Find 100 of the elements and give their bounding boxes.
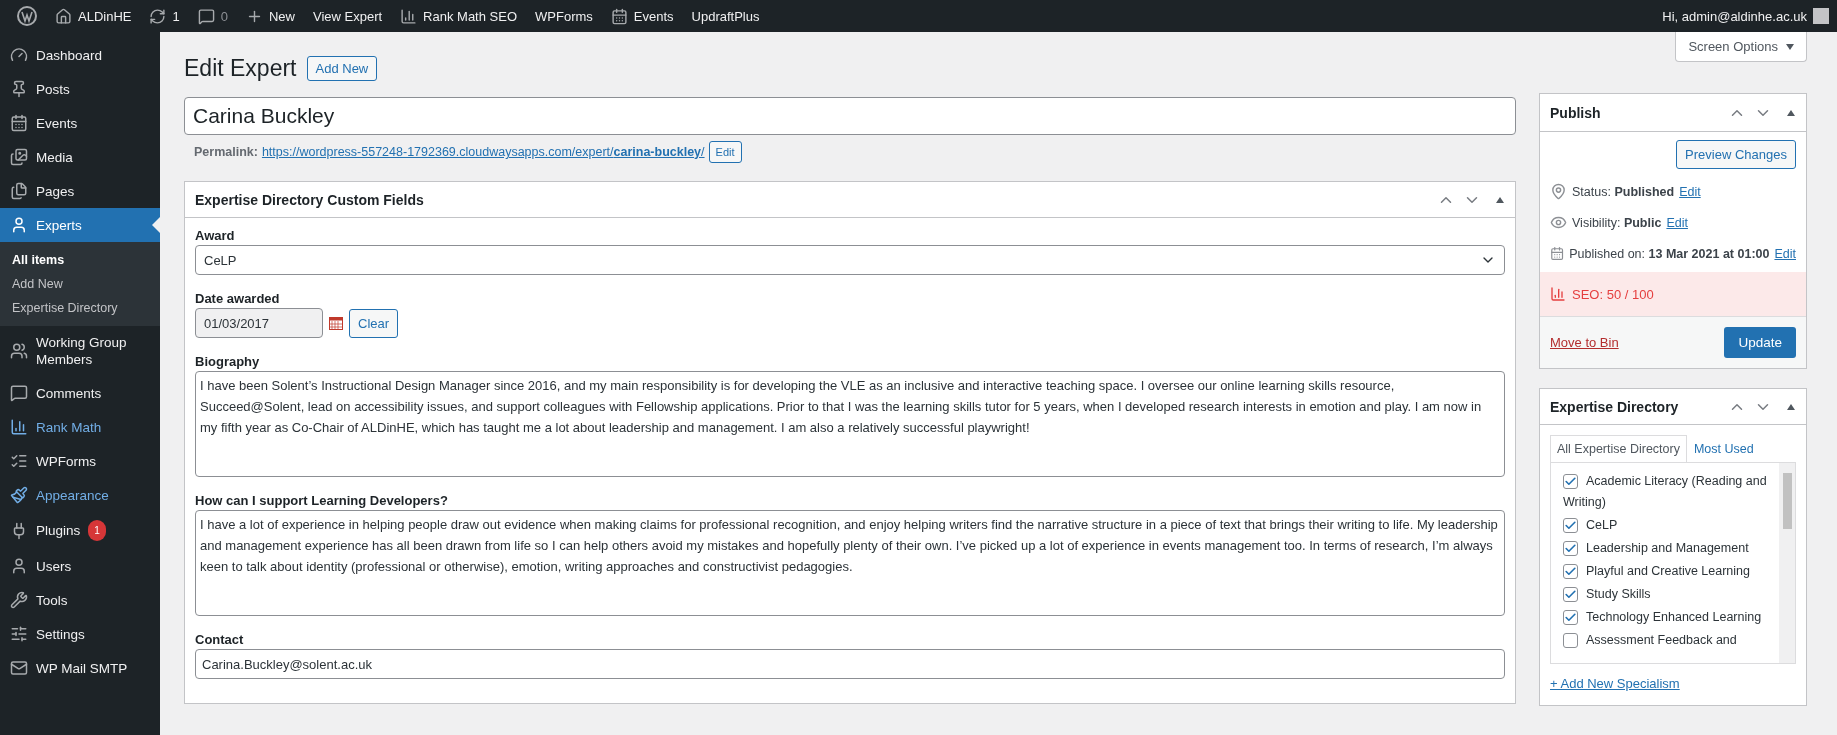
date-icon — [1550, 245, 1565, 262]
category-item[interactable]: Leadership and Management — [1563, 538, 1773, 559]
field-label: Award — [195, 228, 236, 243]
menu-icon — [10, 557, 28, 575]
count-badge: 1 — [88, 520, 106, 541]
field-label: Biography — [195, 354, 261, 369]
menu-item[interactable]: Appearance — [0, 478, 160, 512]
preview-changes-button[interactable]: Preview Changes — [1676, 140, 1796, 169]
menu-item[interactable]: Plugins 1 — [0, 512, 160, 549]
checkbox[interactable] — [1563, 610, 1578, 626]
checkbox[interactable] — [1563, 518, 1578, 534]
permalink-link[interactable]: https://wordpress-557248-1792369.cloudwaysapps.com/expert/carina-buckley/ — [261, 145, 705, 159]
menu-icon — [10, 418, 28, 436]
update-button[interactable]: Update — [1724, 327, 1796, 358]
menu-item[interactable]: Tools — [0, 583, 160, 617]
chart-icon — [400, 7, 418, 25]
menu-icon — [10, 625, 28, 643]
category-item[interactable]: Assessment Feedback and — [1563, 630, 1773, 651]
checkbox[interactable] — [1563, 633, 1578, 649]
title-field[interactable]: Carina Buckley — [184, 97, 1516, 135]
field-label: Contact — [195, 632, 245, 647]
edit-link[interactable]: Edit — [1666, 215, 1688, 230]
submenu-item[interactable]: All items — [0, 248, 160, 272]
menu-item[interactable]: Comments — [0, 376, 160, 410]
admin-bar-item[interactable]: ALDinHE — [46, 0, 141, 32]
submenu-item[interactable]: Expertise Directory — [0, 296, 160, 320]
scrollbar[interactable] — [1779, 463, 1795, 663]
visibility-icon — [1550, 214, 1567, 231]
admin-bar-item[interactable]: Rank Math SEO — [391, 0, 527, 32]
add-new-specialism-link[interactable]: + Add New Specialism — [1550, 676, 1680, 691]
seo-score: SEO: 50 / 100 — [1572, 286, 1654, 302]
admin-bar-item[interactable]: New — [236, 0, 304, 32]
publish-info: Published on: 13 Mar 2021 at 01:00 — [1569, 246, 1770, 261]
contact-field[interactable]: Carina.Buckley@solent.ac.uk — [195, 649, 1505, 679]
avatar-icon — [1813, 8, 1829, 24]
text-area[interactable]: I have a lot of experience in helping people draw out evidence when making claims for professional recognition, and enjoy helping writers find the narrative structure in a piece of text that brings their writing to life. My leadership and management experience has all been drawn from life so I can help others avoid my mistakes and hopefully plenty of their own. I’ve picked up a lot of experience in events management too. In terms of research, I’m always keen to talk about identity (professional or otherwise), emotion, writing approaches and constructivist pedagogies. — [195, 510, 1505, 616]
move-to-bin-link[interactable]: Move to Bin — [1550, 335, 1619, 350]
tab[interactable]: Most Used — [1686, 435, 1761, 462]
menu-item[interactable]: Working Group Members — [0, 326, 160, 376]
menu-icon — [10, 591, 28, 609]
menu-item[interactable]: WP Mail SMTP — [0, 651, 160, 685]
panel-title: Expertise Directory Custom Fields — [195, 191, 425, 208]
admin-bar-item[interactable]: 0 — [188, 0, 237, 32]
calendar-icon — [610, 7, 628, 25]
menu-icon — [10, 384, 28, 402]
menu-item[interactable]: Pages — [0, 174, 160, 208]
award-select[interactable]: CeLP — [195, 245, 1505, 275]
chart-icon — [1550, 286, 1566, 302]
clear-button[interactable]: Clear — [349, 308, 399, 338]
comments-icon — [197, 7, 215, 25]
checkbox[interactable] — [1563, 587, 1578, 603]
admin-bar-item[interactable]: View Expert — [303, 0, 392, 32]
date-field[interactable]: 01/03/2017 — [195, 308, 323, 338]
add-new-button[interactable]: Add New — [306, 55, 378, 81]
admin-bar-item[interactable]: WPForms — [526, 0, 602, 32]
checkbox[interactable] — [1563, 564, 1578, 580]
category-item[interactable]: Study Skills — [1563, 584, 1773, 605]
category-item[interactable]: Technology Enhanced Learning — [1563, 607, 1773, 628]
home-icon — [55, 7, 72, 25]
menu-icon — [10, 216, 28, 234]
submenu-item[interactable]: Add New — [0, 272, 160, 296]
menu-item[interactable]: WPForms — [0, 444, 160, 478]
status-icon — [1550, 183, 1567, 200]
caret-icon — [1786, 43, 1794, 50]
publish-info: Visibility: Public — [1572, 215, 1662, 230]
checkbox[interactable] — [1563, 474, 1578, 490]
account-greeting[interactable]: Hi, admin@aldinhe.ac.uk — [1662, 8, 1829, 24]
field-label: Date awarded — [195, 291, 281, 306]
menu-item[interactable]: Rank Math — [0, 410, 160, 444]
category-item[interactable]: CeLP — [1563, 515, 1773, 536]
calendar-icon[interactable] — [329, 316, 343, 330]
menu-item[interactable]: Users — [0, 549, 160, 583]
menu-icon — [10, 182, 28, 200]
edit-link[interactable]: Edit — [1679, 184, 1701, 199]
admin-bar-item[interactable]: Events — [601, 0, 683, 32]
menu-item[interactable]: Experts — [0, 208, 160, 242]
menu-icon — [10, 148, 28, 166]
menu-item[interactable]: Posts — [0, 72, 160, 106]
menu-icon — [10, 486, 28, 504]
edit-link[interactable]: Edit — [1774, 246, 1796, 261]
menu-item[interactable]: Dashboard — [0, 38, 160, 72]
category-item[interactable]: Playful and Creative Learning — [1563, 561, 1773, 582]
text-area[interactable]: I have been Solent’s Instructional Design Manager since 2016, and my main responsibility is for developing the VLE as an inclusive and interactive teaching space. I oversee our online learning skills resource, Succeed@Solent, lead on accessibility issues, and support colleagues with Fellowship applications. Prior to that I was the learning skills tutor for 5 years, when I developed research interests in emotion and play. I am now in my fifth year as Co-Chair of ALDinHE, which has taught me a lot about leadership and management. I am also a relatively successful playwright! — [195, 371, 1505, 477]
menu-item[interactable]: Events — [0, 106, 160, 140]
page-title: Edit Expert — [184, 54, 297, 82]
screen-options-button[interactable]: Screen Options — [1675, 32, 1807, 62]
menu-icon — [10, 659, 28, 677]
permalink-label: Permalink: — [194, 145, 258, 159]
edit-permalink-button[interactable]: Edit — [708, 141, 742, 163]
panel-title: Expertise Directory — [1550, 398, 1680, 415]
menu-item[interactable]: Settings — [0, 617, 160, 651]
checkbox[interactable] — [1563, 541, 1578, 557]
category-item[interactable]: Academic Literacy (Reading and Writing) — [1563, 471, 1773, 513]
panel-title: Publish — [1550, 104, 1602, 121]
updates-icon — [149, 7, 167, 25]
menu-icon — [10, 46, 28, 64]
tab[interactable]: All Expertise Directory — [1550, 435, 1687, 462]
menu-item[interactable]: Media — [0, 140, 160, 174]
admin-bar-item[interactable]: 1 — [140, 0, 189, 32]
admin-bar-item[interactable]: UpdraftPlus — [682, 0, 769, 32]
